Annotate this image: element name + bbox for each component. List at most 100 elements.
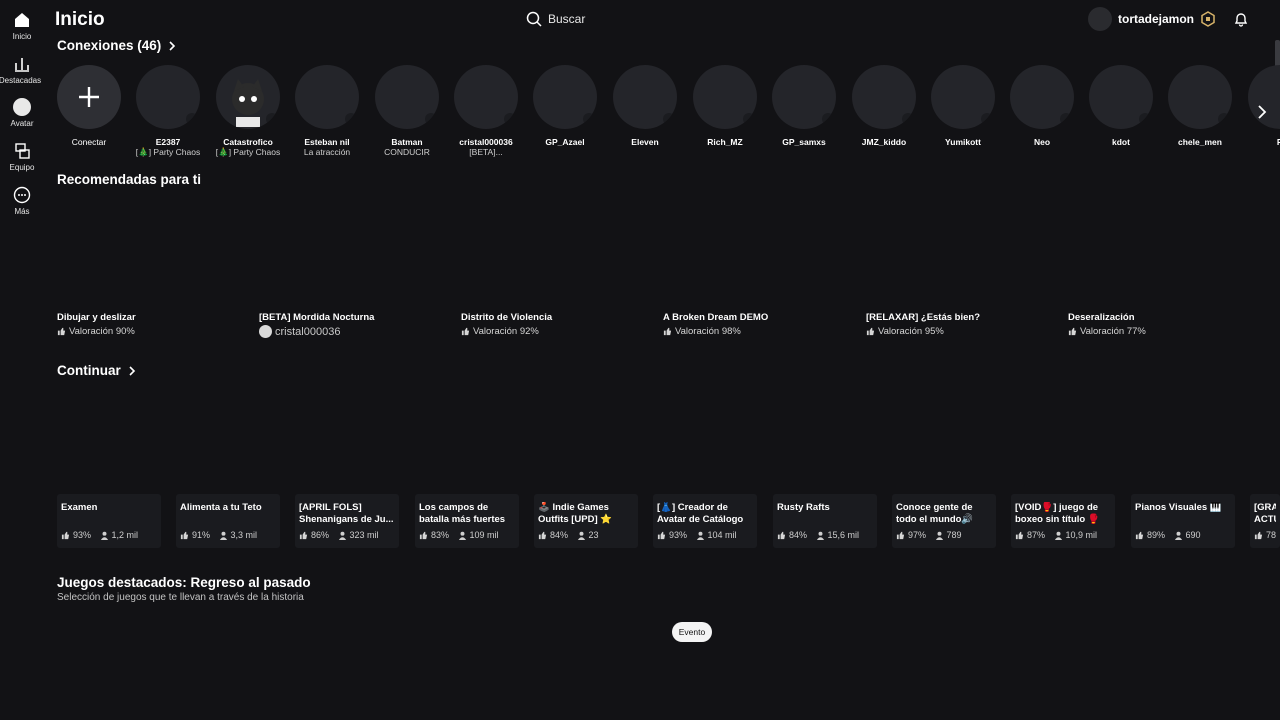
friend-name: cristal000036: [459, 137, 513, 147]
players-icon: [935, 531, 943, 540]
add-connection-button[interactable]: Conectar: [49, 65, 129, 147]
continue-title: Continuar: [57, 363, 121, 378]
recommended-header: Recomendadas para ti: [57, 172, 201, 187]
presence-dot: [266, 113, 278, 125]
friend-item[interactable]: chele_men: [1160, 65, 1240, 147]
game-rating: Valoración 77%: [1068, 326, 1258, 337]
continue-header[interactable]: Continuar: [57, 363, 137, 378]
friend-item[interactable]: Neo: [1002, 65, 1082, 147]
friend-avatar: [852, 65, 916, 129]
friend-avatar: [613, 65, 677, 129]
rail-item-team[interactable]: Equipo: [0, 141, 44, 181]
friend-item[interactable]: Catastrofico [🎄] Party Chaos: [208, 65, 288, 158]
thumbs-up-icon: [299, 531, 308, 539]
friend-item[interactable]: Batman CONDUCIR: [367, 65, 447, 157]
connections-header[interactable]: Conexiones (46): [57, 38, 177, 53]
friend-avatar: [375, 65, 439, 129]
game-rating: 87%: [1027, 530, 1046, 540]
continue-game-card[interactable]: Los campos de batalla más fuertes 83% 109…: [415, 494, 519, 548]
friend-status: [BETA]...: [469, 147, 503, 157]
friend-item[interactable]: Rich_MZ: [685, 65, 765, 147]
game-title: A Broken Dream DEMO: [663, 312, 769, 323]
game-title: Pianos Visuales 🎹: [1135, 502, 1222, 513]
presence-dot: [1060, 113, 1072, 125]
friend-avatar: [693, 65, 757, 129]
players-icon: [338, 531, 346, 540]
thumbs-up-icon: [180, 531, 189, 539]
friend-name: GP_samxs: [782, 137, 826, 147]
rail-item-more[interactable]: Más: [0, 185, 44, 225]
robux-icon[interactable]: [1200, 11, 1216, 27]
friend-item[interactable]: JMZ_kiddo: [844, 65, 924, 147]
game-stats: 91% 3,3 mil: [180, 530, 276, 540]
presence-dot: [504, 113, 516, 125]
continue-game-card[interactable]: [VOID🥊] juego de boxeo sin título 🥊 87% 1…: [1011, 494, 1115, 548]
friend-item[interactable]: Yumikott: [923, 65, 1003, 147]
game-players: 15,6 mil: [827, 530, 860, 540]
friend-status: La atracción: [303, 147, 351, 157]
continue-game-card[interactable]: [GRA ACTU 78: [1250, 494, 1280, 548]
thumbs-up-icon: [866, 327, 875, 336]
plus-icon: [79, 87, 99, 107]
friend-item[interactable]: Esteban nil La atracción: [287, 65, 367, 157]
event-pill[interactable]: Evento: [672, 622, 712, 642]
friend-item[interactable]: GP_Azael: [525, 65, 605, 147]
players-icon: [458, 531, 466, 540]
search-button[interactable]: Buscar: [526, 9, 585, 29]
game-title: Deseralización: [1068, 312, 1135, 323]
recommended-game-card[interactable]: [BETA] Mordida Nocturna cristal000036: [259, 312, 449, 338]
presence-dot: [186, 113, 198, 125]
bell-icon[interactable]: [1233, 11, 1249, 27]
players-icon: [219, 531, 227, 540]
recommended-game-card[interactable]: A Broken Dream DEMO Valoración 98%: [663, 312, 853, 337]
continue-game-card[interactable]: Conoce gente de todo el mundo🔊 97% 789: [892, 494, 996, 548]
players-icon: [1174, 531, 1182, 540]
players-icon: [816, 531, 824, 540]
continue-game-card[interactable]: [👗] Creador de Avatar de Catálogo 93% 104…: [653, 494, 757, 548]
friend-name: Esteban nil: [304, 137, 350, 147]
thumbs-up-icon: [538, 531, 547, 539]
rail-item-home[interactable]: Inicio: [0, 10, 44, 50]
game-rating: 89%: [1147, 530, 1166, 540]
chevron-right-icon[interactable]: [1252, 102, 1272, 122]
rail-label-avatar: Avatar: [10, 119, 34, 128]
friend-item[interactable]: E2387 [🎄] Party Chaos: [128, 65, 208, 158]
recommended-game-card[interactable]: Deseralización Valoración 77%: [1068, 312, 1258, 337]
recommended-game-card[interactable]: Dibujar y deslizar Valoración 90%: [57, 312, 247, 337]
continue-game-card[interactable]: Pianos Visuales 🎹 89% 690: [1131, 494, 1235, 548]
continue-game-card[interactable]: 🕹️ Indie Games Outfits [UPD] ⭐ 84% 23: [534, 494, 638, 548]
thumbs-up-icon: [57, 327, 66, 336]
rail-item-avatar[interactable]: Avatar: [0, 97, 44, 137]
search-icon: [526, 11, 542, 27]
friend-item[interactable]: cristal000036 [BETA]...: [446, 65, 526, 157]
presence-dot: [425, 113, 437, 125]
friend-status: [🎄] Party Chaos: [135, 147, 201, 157]
game-rating: Valoración 92%: [461, 326, 651, 337]
continue-game-card[interactable]: Rusty Rafts 84% 15,6 mil: [773, 494, 877, 548]
friend-item[interactable]: kdot: [1081, 65, 1161, 147]
recommended-game-card[interactable]: [RELAXAR] ¿Estás bien? Valoración 95%: [866, 312, 1056, 337]
friend-avatar: [216, 65, 280, 129]
friend-name: chele_men: [1178, 137, 1222, 147]
game-rating: Valoración 90%: [57, 326, 247, 337]
friend-item[interactable]: Eleven: [605, 65, 685, 147]
rail-label-team: Equipo: [9, 163, 35, 172]
rail-item-featured[interactable]: Destacadas: [0, 54, 44, 94]
presence-dot: [822, 113, 834, 125]
friend-item[interactable]: GP_samxs: [764, 65, 844, 147]
username: tortadejamon: [1118, 12, 1195, 26]
presence-dot: [345, 113, 357, 125]
continue-game-card[interactable]: [APRIL FOLS] Shenanigans de Ju... 86% 323…: [295, 494, 399, 548]
game-stats: 84% 23: [538, 530, 634, 540]
friend-avatar: [772, 65, 836, 129]
game-title: [BETA] Mordida Nocturna: [259, 312, 375, 323]
game-rating: 83%: [431, 530, 450, 540]
game-title: Examen: [61, 502, 98, 513]
user-profile-button[interactable]: tortadejamon: [1088, 7, 1194, 31]
continue-game-card[interactable]: Examen 93% 1,2 mil: [57, 494, 161, 548]
friend-name: Catastrofico: [223, 137, 273, 147]
game-rating-text: Valoración 98%: [675, 326, 741, 337]
recommended-game-card[interactable]: Distrito de Violencia Valoración 92%: [461, 312, 651, 337]
avatar: [1088, 7, 1112, 31]
continue-game-card[interactable]: Alimenta a tu Teto 91% 3,3 mil: [176, 494, 280, 548]
